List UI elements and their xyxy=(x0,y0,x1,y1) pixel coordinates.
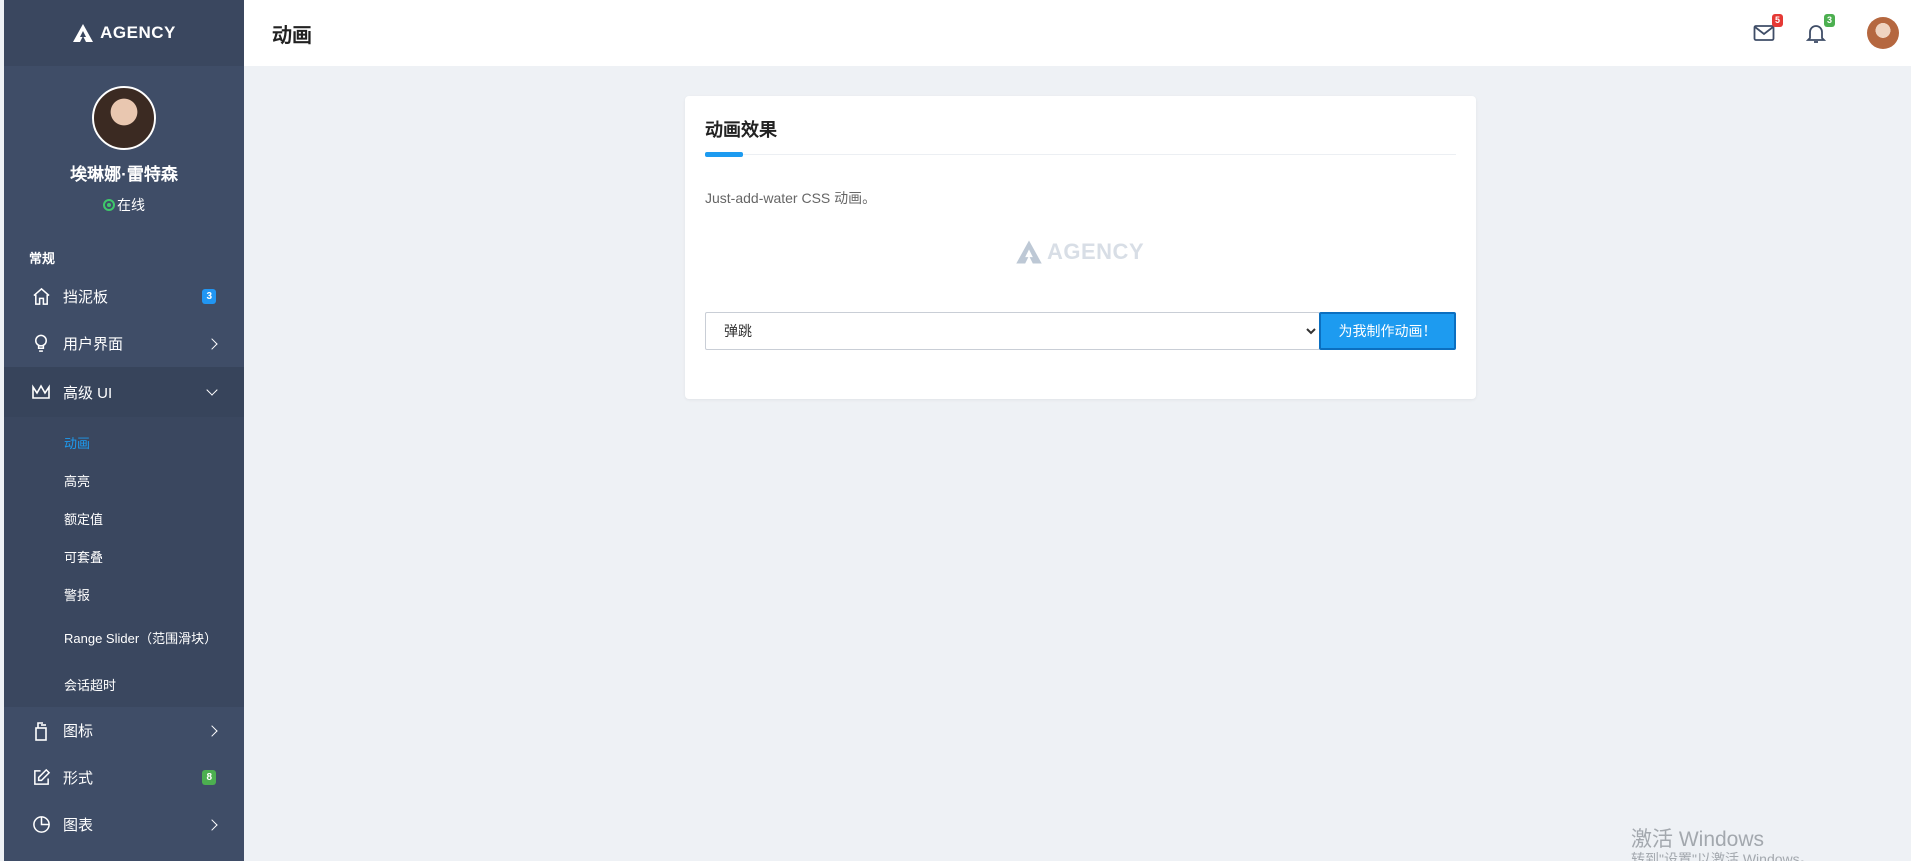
submenu-item-nestable[interactable]: 可套叠 xyxy=(4,537,244,575)
mail-icon xyxy=(1753,25,1775,41)
agency-logo-icon xyxy=(1016,240,1042,264)
mail-count-badge: 5 xyxy=(1771,14,1783,27)
home-icon xyxy=(31,287,51,307)
submenu-item-session-timeout[interactable]: 会话超时 xyxy=(4,665,244,703)
sidebar-item-dashboard[interactable]: 挡泥板 3 xyxy=(4,273,244,320)
submenu: 动画 高亮 额定值 可套叠 警报 Range Slider（范围滑块） 会话超时 xyxy=(4,417,244,707)
logo-text: AGENCY xyxy=(1047,239,1145,264)
header-actions: 5 3 xyxy=(1725,14,1911,49)
crown-icon xyxy=(31,382,51,402)
submenu-item-alert[interactable]: 警报 xyxy=(4,575,244,613)
pie-chart-icon xyxy=(31,815,51,835)
title-divider xyxy=(705,154,1456,155)
chevron-right-icon xyxy=(206,337,218,350)
sidebar-item-ui[interactable]: 用户界面 xyxy=(4,320,244,367)
page-title: 动画 xyxy=(272,24,312,47)
sidebar-item-label: 挡泥板 xyxy=(63,289,109,306)
sidebar-item-label: 形式 xyxy=(63,770,94,787)
sidebar-item-forms[interactable]: 形式 8 xyxy=(4,754,244,801)
avatar[interactable] xyxy=(92,86,156,150)
card-description: Just-add-water CSS 动画。 xyxy=(705,190,877,206)
status-text: 在线 xyxy=(117,197,145,213)
brand[interactable]: AGENCY xyxy=(4,0,244,66)
online-status-icon xyxy=(103,199,115,211)
animated-logo: AGENCY xyxy=(1015,239,1144,265)
edit-icon xyxy=(31,768,51,788)
sidebar-item-label: 用户界面 xyxy=(63,336,124,353)
gift-icon xyxy=(31,721,51,741)
chevron-down-icon xyxy=(206,384,218,396)
submenu-item-animation[interactable]: 动画 xyxy=(4,423,244,461)
sidebar-nav: 挡泥板 3 用户界面 高级 UI 动画 高亮 额定值 可套叠 警报 Range … xyxy=(4,273,244,848)
bell-icon xyxy=(1806,24,1826,43)
animation-card: 动画效果 Just-add-water CSS 动画。 AGENCY 弹跳 为我… xyxy=(685,96,1476,399)
user-profile: 埃琳娜·雷特森 在线 xyxy=(4,66,244,215)
animation-select[interactable]: 弹跳 xyxy=(705,312,1320,350)
chevron-right-icon xyxy=(206,724,218,737)
sidebar-item-icons[interactable]: 图标 xyxy=(4,707,244,754)
count-badge: 3 xyxy=(202,289,216,304)
agency-logo-icon xyxy=(73,24,94,42)
brand-name: AGENCY xyxy=(100,23,176,42)
sidebar-item-label: 图标 xyxy=(63,723,94,740)
mail-button[interactable]: 5 xyxy=(1751,14,1783,46)
lightbulb-icon xyxy=(31,334,51,354)
title-accent-bar xyxy=(705,152,743,157)
sidebar-item-charts[interactable]: 图表 xyxy=(4,801,244,848)
sidebar: AGENCY 埃琳娜·雷特森 在线 常规 挡泥板 3 用户界面 高级 UI 动画… xyxy=(4,0,244,861)
submenu-item-rating[interactable]: 额定值 xyxy=(4,499,244,537)
sidebar-item-advanced-ui[interactable]: 高级 UI xyxy=(4,367,244,417)
windows-activation-hint: 转到"设置"以激活 Windows。 xyxy=(1631,851,1814,861)
profile-status: 在线 xyxy=(4,195,244,215)
animate-button[interactable]: 为我制作动画！ xyxy=(1319,312,1456,350)
top-header: 动画 5 3 xyxy=(244,0,1911,66)
user-avatar-menu[interactable] xyxy=(1867,17,1899,49)
count-badge: 8 xyxy=(202,770,216,785)
card-title: 动画效果 xyxy=(705,120,777,140)
chevron-right-icon xyxy=(206,818,218,831)
notification-button[interactable]: 3 xyxy=(1803,14,1835,46)
sidebar-item-label: 图表 xyxy=(63,817,94,834)
sidebar-item-label: 高级 UI xyxy=(63,384,113,402)
submenu-item-range-slider[interactable]: Range Slider（范围滑块） xyxy=(4,613,244,665)
submenu-item-highlight[interactable]: 高亮 xyxy=(4,461,244,499)
profile-name: 埃琳娜·雷特森 xyxy=(70,165,178,184)
section-label: 常规 xyxy=(29,251,56,266)
notification-count-badge: 3 xyxy=(1823,14,1835,27)
